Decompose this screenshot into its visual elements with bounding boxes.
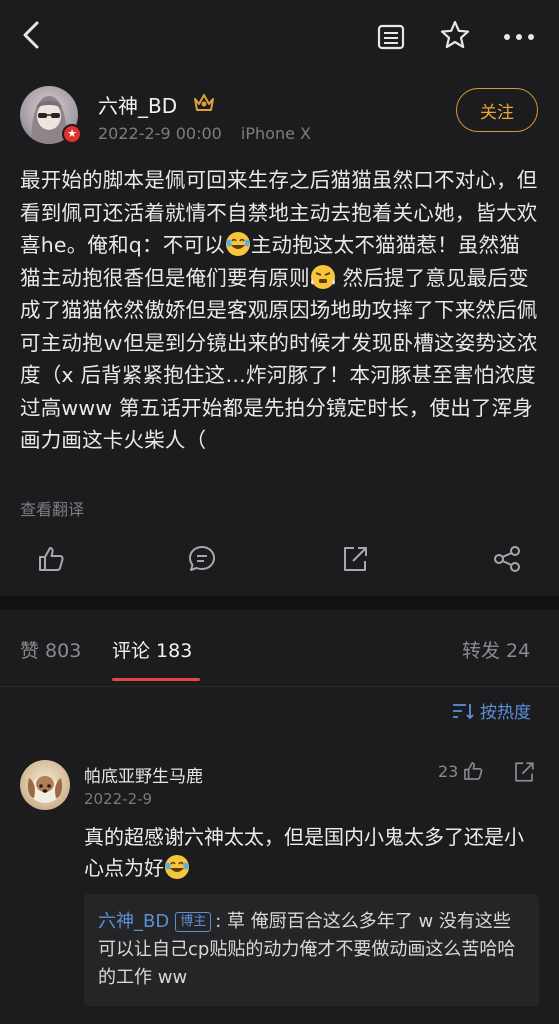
post-meta: 2022-2-9 00:00 iPhone X	[98, 124, 311, 143]
sort-button[interactable]: 按热度	[452, 698, 531, 723]
star-icon[interactable]	[436, 16, 474, 54]
reader-icon[interactable]	[372, 18, 410, 56]
follow-button[interactable]: 关注	[456, 88, 538, 132]
repost-icon[interactable]	[340, 544, 372, 576]
sort-icon	[453, 703, 474, 719]
huffing-emoji-icon	[310, 264, 335, 289]
reply-author[interactable]: 六神_BD	[98, 911, 169, 932]
post-text-part-3: 然后提了意见最后变成了猫猫依然傲娇但是客观原因场地助攻摔了下来然后佩可主动抱ｗ但…	[20, 265, 538, 453]
author-name[interactable]: 六神_BD	[98, 90, 177, 119]
post-text: 最开始的脚本是佩可回来生存之后猫猫虽然口不对心，但看到佩可还活着就情不自禁地主动…	[20, 164, 540, 457]
interaction-tabs: 赞 803 评论 183 转发 24	[0, 610, 559, 686]
laughing-emoji-icon	[225, 232, 250, 256]
verified-badge-icon: ★	[62, 124, 82, 144]
tab-comments[interactable]: 评论 183	[112, 636, 192, 663]
section-divider	[0, 596, 559, 610]
commenter-name[interactable]: 帕底亚野生马鹿	[84, 762, 203, 787]
commenter-avatar[interactable]	[20, 760, 70, 810]
laughing-emoji-icon	[165, 855, 189, 879]
post-device: iPhone X	[240, 124, 311, 143]
post-header: ★ 六神_BD 2022-2-9 00:00 iPhone X 关注	[0, 80, 559, 150]
more-icon[interactable]	[497, 18, 541, 56]
back-icon[interactable]	[14, 18, 48, 52]
active-tab-indicator	[112, 678, 200, 681]
tab-reposts[interactable]: 转发 24	[462, 636, 530, 663]
like-icon[interactable]	[36, 544, 68, 576]
top-bar	[0, 0, 559, 72]
post-date: 2022-2-9 00:00	[98, 124, 222, 143]
share-icon[interactable]	[492, 544, 524, 576]
sort-label: 按热度	[480, 703, 531, 723]
comment-date: 2022-2-9	[84, 790, 153, 808]
op-badge: 博主	[175, 912, 212, 932]
post-action-bar	[0, 534, 559, 586]
comment-item: 帕底亚野生马鹿 2022-2-9 23 真的超感谢六神太太，但是国内小鬼太多了还…	[0, 744, 559, 1024]
comment-icon[interactable]	[187, 544, 219, 576]
like-icon	[464, 762, 483, 780]
tab-likes[interactable]: 赞 803	[20, 636, 81, 663]
comment-like-count: 23	[438, 761, 459, 781]
tabs-divider	[0, 686, 559, 687]
comment-text-body: 真的超感谢六神太太，但是国内小鬼太多了还是小心点为好	[84, 825, 524, 880]
comment-text: 真的超感谢六神太太，但是国内小鬼太多了还是小心点为好	[84, 822, 534, 884]
reply-preview[interactable]: 六神_BD 博主: 草 俺厨百合这么多年了 w 没有这些可以让自己cp贴贴的动力俺…	[84, 894, 539, 1006]
comment-repost-icon[interactable]	[512, 760, 536, 784]
comment-like-button[interactable]: 23	[438, 760, 484, 782]
crown-icon	[192, 91, 216, 113]
translate-link[interactable]: 查看翻译	[20, 496, 84, 520]
